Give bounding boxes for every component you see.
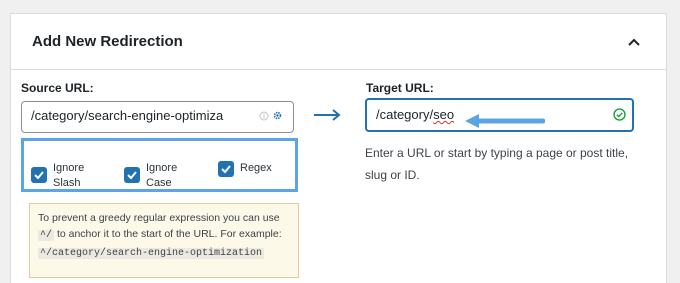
arrow-right-icon [314,109,341,121]
panel-title: Add New Redirection [32,33,183,50]
regex-checkbox[interactable] [218,161,234,177]
ignore-case-option[interactable]: Ignore Case [124,161,186,191]
pointer-arrow-icon [465,114,545,128]
checkmark-icon [221,165,231,174]
regex-notice: To prevent a greedy regular expression y… [29,203,299,278]
ignore-slash-label: Ignore Slash [53,162,85,189]
target-url-prefix: /category/ [376,107,434,122]
checkmark-icon [34,171,44,180]
target-url-label: Target URL: [366,81,434,95]
info-circle-icon[interactable] [259,111,269,121]
ignore-case-label: Ignore Case [146,162,178,189]
checkmark-icon [127,171,137,180]
gear-icon[interactable] [272,110,283,121]
ignore-slash-checkbox[interactable] [31,167,47,183]
check-circle-icon [613,108,626,121]
ignore-case-checkbox[interactable] [124,167,140,183]
notice-code-1: ^/ [38,230,55,241]
panel-header: Add New Redirection [11,14,666,70]
target-url-value: /category/seo [376,107,454,122]
target-url-word: seo [433,107,455,122]
chevron-up-icon[interactable] [626,34,642,50]
target-help-text: Enter a URL or start by typing a page or… [365,146,629,182]
notice-text-2: to anchor it to the start of the URL. Fo… [56,228,282,240]
notice-code-2: ^/category/search-engine-optimization [38,248,265,259]
ignore-slash-option[interactable]: Ignore Slash [31,161,93,191]
notice-text-1: To prevent a greedy regular expression y… [38,212,280,224]
source-url-value: /category/search-engine-optimiza [31,108,224,123]
regex-label: Regex [240,162,272,174]
source-url-label: Source URL: [21,81,94,95]
regex-option[interactable]: Regex [218,161,280,177]
